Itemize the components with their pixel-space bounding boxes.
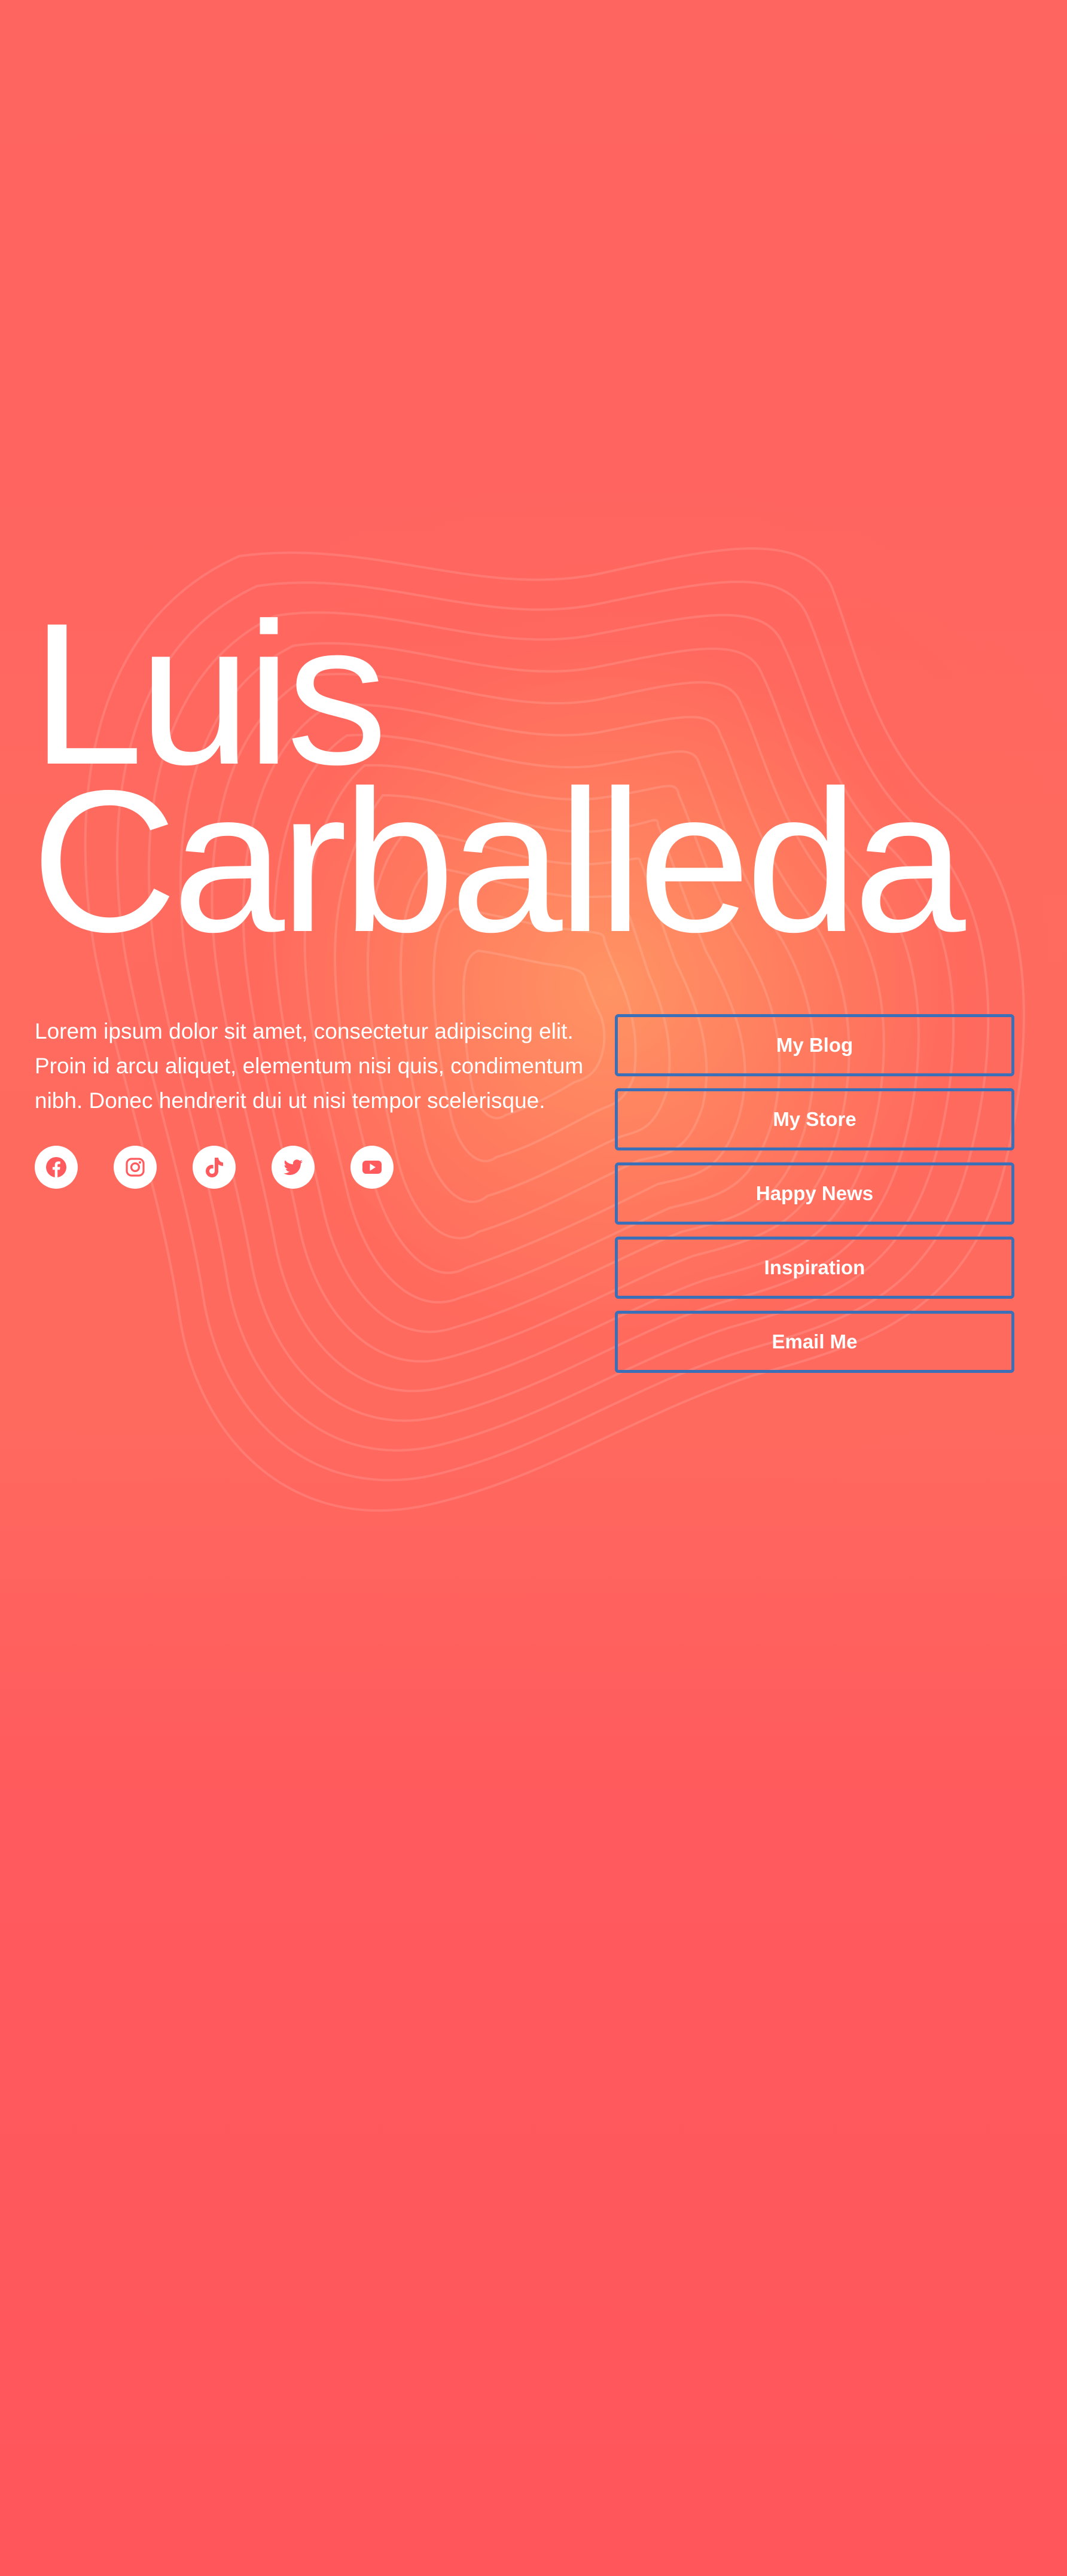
tiktok-link[interactable] [193, 1146, 236, 1189]
inspiration-button[interactable]: Inspiration [615, 1237, 1014, 1299]
facebook-icon [46, 1157, 66, 1177]
tiktok-icon [206, 1158, 223, 1177]
my-store-button[interactable]: My Store [615, 1088, 1014, 1150]
happy-news-button[interactable]: Happy News [615, 1162, 1014, 1225]
page-background: Luis Carballeda Lorem ipsum dolor sit am… [0, 0, 1067, 2576]
youtube-icon [362, 1161, 382, 1174]
link-buttons: My Blog My Store Happy News Inspiration … [615, 1014, 1014, 1373]
email-me-button[interactable]: Email Me [615, 1311, 1014, 1373]
profile-name: Luis Carballeda [31, 593, 966, 974]
instagram-icon [126, 1158, 145, 1177]
profile-bio: Lorem ipsum dolor sit amet, consectetur … [35, 1019, 584, 1113]
facebook-link[interactable] [35, 1146, 78, 1189]
social-links [35, 1146, 394, 1189]
youtube-link[interactable] [350, 1146, 394, 1189]
profile-last-name: Carballeda [31, 748, 966, 974]
twitter-icon [283, 1159, 303, 1175]
my-blog-button[interactable]: My Blog [615, 1014, 1014, 1076]
instagram-link[interactable] [114, 1146, 157, 1189]
twitter-link[interactable] [272, 1146, 315, 1189]
